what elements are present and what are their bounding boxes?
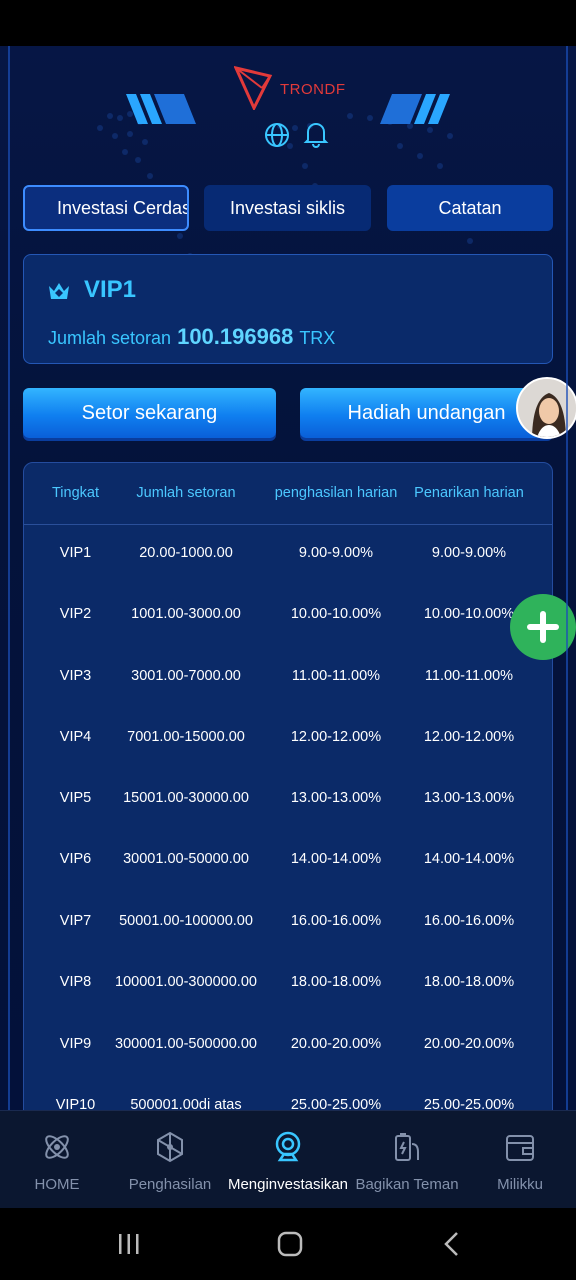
crown-icon: [49, 283, 69, 299]
cell-daily-income: 14.00-14.00%: [290, 851, 382, 867]
cell-daily-withdrawal: 20.00-20.00%: [423, 1036, 515, 1052]
cell-daily-income: 18.00-18.00%: [290, 974, 382, 990]
cell-daily-withdrawal: 12.00-12.00%: [423, 729, 515, 745]
nav-item-menginvestasikan[interactable]: Menginvestasikan: [224, 1111, 352, 1209]
cell-daily-withdrawal: 16.00-16.00%: [423, 913, 515, 929]
nav-item-bagikan-teman[interactable]: Bagikan Teman: [352, 1111, 462, 1209]
invite-reward-button[interactable]: Hadiah undangan: [300, 388, 553, 438]
nav-item-penghasilan[interactable]: Penghasilan: [122, 1111, 218, 1209]
bell-icon[interactable]: [303, 120, 329, 148]
investment-tabs: Investasi Cerdas Investasi siklis Catata…: [23, 185, 553, 231]
cell-daily-income: 11.00-11.00%: [291, 668, 381, 684]
cell-daily-withdrawal: 18.00-18.00%: [423, 974, 515, 990]
cell-daily-income: 13.00-13.00%: [290, 790, 382, 806]
app-screen: TRONDF Investasi Cerdas Investasi siklis…: [0, 46, 576, 1110]
table-row: VIP9 300001.00-500000.00 20.00-20.00% 20…: [24, 1016, 552, 1077]
cell-daily-income: 20.00-20.00%: [290, 1036, 382, 1052]
table-row: VIP1 20.00-1000.00 9.00-9.00% 9.00-9.00%: [24, 525, 552, 586]
cell-daily-withdrawal: 11.00-11.00%: [424, 668, 514, 684]
tab-catatan[interactable]: Catatan: [387, 185, 553, 231]
brand-name: TRONDF: [280, 81, 346, 98]
table-row: VIP7 50001.00-100000.00 16.00-16.00% 16.…: [24, 893, 552, 954]
cell-daily-income: 16.00-16.00%: [290, 913, 382, 929]
header-jumlah-setoran: Jumlah setoran: [136, 485, 236, 501]
nav-item-milikku[interactable]: Milikku: [482, 1111, 558, 1209]
cell-deposit-range: 20.00-1000.00: [139, 545, 233, 561]
table-header: Tingkat Jumlah setoran penghasilan haria…: [24, 463, 552, 525]
recent-apps-icon[interactable]: [116, 1232, 142, 1256]
cell-deposit-range: 7001.00-15000.00: [127, 729, 245, 745]
bottom-navigation: HOME Penghasilan Menginvestasikan Bagika…: [0, 1110, 576, 1208]
header-stripes-left: [126, 94, 196, 124]
header-penghasilan-harian: penghasilan harian: [274, 485, 398, 501]
vip-level-table: Tingkat Jumlah setoran penghasilan haria…: [23, 462, 553, 1110]
header: TRONDF: [0, 66, 576, 166]
table-row: VIP5 15001.00-30000.00 13.00-13.00% 13.0…: [24, 770, 552, 831]
header-stripes-right: [380, 94, 450, 124]
cell-daily-income: 12.00-12.00%: [290, 729, 382, 745]
deposit-label: Jumlah setoran: [48, 328, 172, 348]
cell-daily-income: 9.00-9.00%: [298, 545, 374, 561]
nav-item-home[interactable]: HOME: [12, 1111, 102, 1209]
table-row: VIP6 30001.00-50000.00 14.00-14.00% 14.0…: [24, 831, 552, 892]
tab-investasi-siklis[interactable]: Investasi siklis: [204, 185, 371, 231]
cell-deposit-range: 500001.00di atas: [130, 1097, 242, 1110]
table-row: VIP3 3001.00-7000.00 11.00-11.00% 11.00-…: [24, 648, 552, 709]
vip-level: VIP1: [84, 276, 137, 303]
cell-daily-withdrawal: 25.00-25.00%: [423, 1097, 515, 1110]
deposit-summary: Jumlah setoran 100.196968 TRX: [48, 324, 335, 350]
webcam-icon: [275, 1131, 301, 1162]
system-navigation-bar: [0, 1208, 576, 1280]
cell-deposit-range: 300001.00-500000.00: [115, 1036, 257, 1052]
deposit-now-button[interactable]: Setor sekarang: [23, 388, 276, 438]
header-penarikan-harian: Penarikan harian: [414, 485, 524, 501]
cell-daily-withdrawal: 9.00-9.00%: [431, 545, 507, 561]
cell-daily-income: 25.00-25.00%: [290, 1097, 382, 1110]
network-icon: [157, 1131, 183, 1163]
nav-label-menginvestasikan: Menginvestasikan: [227, 1176, 349, 1193]
plus-icon: [527, 611, 559, 643]
cell-daily-withdrawal: 13.00-13.00%: [423, 790, 515, 806]
cell-daily-withdrawal: 14.00-14.00%: [423, 851, 515, 867]
nav-label-home: HOME: [34, 1176, 80, 1193]
table-row: VIP4 7001.00-15000.00 12.00-12.00% 12.00…: [24, 709, 552, 770]
cell-deposit-range: 15001.00-30000.00: [123, 790, 249, 806]
globe-icon[interactable]: [264, 122, 290, 148]
floating-add-button[interactable]: [510, 594, 576, 660]
tab-investasi-cerdas[interactable]: Investasi Cerdas: [23, 185, 189, 231]
back-icon[interactable]: [440, 1230, 464, 1258]
deposit-currency: TRX: [299, 328, 336, 348]
customer-service-avatar[interactable]: [516, 377, 576, 439]
nav-label-penghasilan: Penghasilan: [128, 1176, 212, 1193]
table-row: VIP8 100001.00-300000.00 18.00-18.00% 18…: [24, 954, 552, 1015]
nav-label-milikku: Milikku: [497, 1176, 543, 1193]
cell-deposit-range: 100001.00-300000.00: [115, 974, 257, 990]
cell-deposit-range: 3001.00-7000.00: [131, 668, 241, 684]
vip-status-card: VIP1 Jumlah setoran 100.196968 TRX: [23, 254, 553, 364]
cell-deposit-range: 50001.00-100000.00: [119, 913, 253, 929]
home-icon[interactable]: [276, 1230, 304, 1258]
nav-label-bagikan-teman: Bagikan Teman: [355, 1176, 459, 1193]
cell-deposit-range: 1001.00-3000.00: [131, 606, 241, 622]
cell-deposit-range: 30001.00-50000.00: [123, 851, 249, 867]
status-bar: [0, 0, 576, 46]
atom-icon: [45, 1135, 69, 1159]
table-row: VIP10 500001.00di atas 25.00-25.00% 25.0…: [24, 1077, 552, 1110]
cell-daily-income: 10.00-10.00%: [290, 606, 382, 622]
wallet-icon: [506, 1135, 534, 1161]
share-battery-icon: [395, 1133, 419, 1161]
table-row: VIP2 1001.00-3000.00 10.00-10.00% 10.00-…: [24, 586, 552, 647]
deposit-amount: 100.196968: [177, 324, 294, 349]
